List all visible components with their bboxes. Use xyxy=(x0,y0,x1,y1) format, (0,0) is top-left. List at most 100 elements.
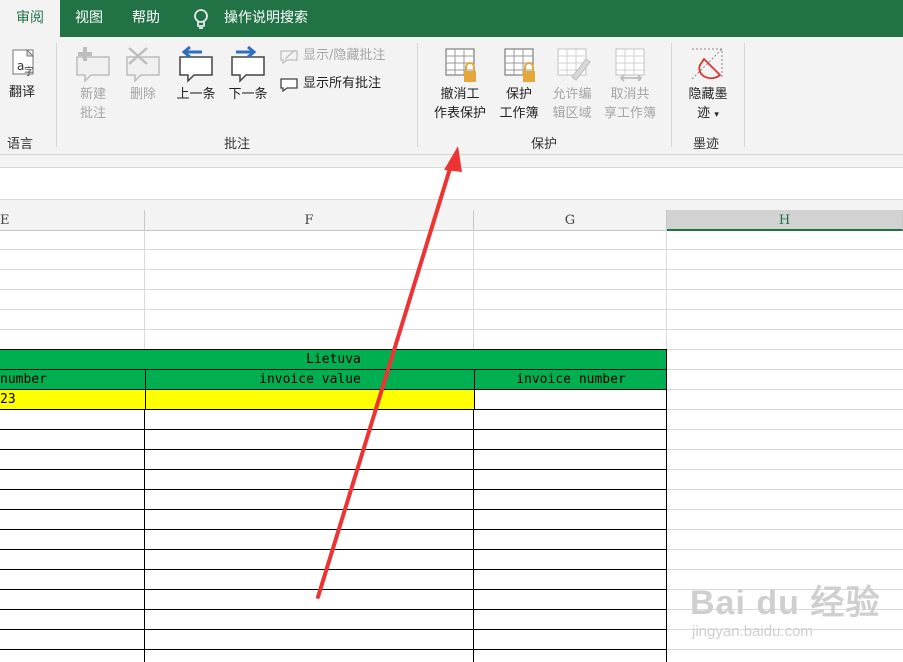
group-label-protect: 保护 xyxy=(530,137,557,152)
watermark: Bai du 经验 jingyan.baidu.com xyxy=(690,565,890,655)
unshare-workbook-label-2: 享工作簿 xyxy=(603,106,656,121)
table-cell[interactable]: 23 xyxy=(0,389,145,409)
table-border xyxy=(0,629,667,630)
new-comment-button[interactable]: 新建 批注 xyxy=(71,45,115,123)
ribbon-bottom-gap xyxy=(0,155,903,167)
protect-workbook-icon xyxy=(504,48,535,82)
header-text: invoice number xyxy=(516,372,626,387)
table-border xyxy=(144,409,145,662)
gridline xyxy=(667,469,903,470)
header-cell-invoice-value[interactable]: invoice value xyxy=(145,369,474,389)
watermark-sub: jingyan.baidu.com xyxy=(692,623,813,640)
table-border xyxy=(0,549,667,550)
protect-workbook-label-1: 保护 xyxy=(505,87,532,102)
show-all-comments-button[interactable]: 显示所有批注 xyxy=(279,73,419,95)
gridline xyxy=(0,249,667,250)
group-label-language: 语言 xyxy=(6,137,33,152)
column-headers: E F G H xyxy=(0,210,903,231)
show-all-comments-icon xyxy=(280,78,298,92)
column-header-h[interactable]: H xyxy=(667,210,903,231)
protect-workbook-button[interactable]: 保护 工作簿 xyxy=(494,47,544,123)
gridline xyxy=(0,269,667,270)
table-border xyxy=(0,409,667,410)
table-border xyxy=(0,509,667,510)
allow-edit-ranges-button[interactable]: 允许编 辑区域 xyxy=(546,47,598,123)
header-text: invoice value xyxy=(259,372,361,387)
delete-comment-icon xyxy=(126,47,160,83)
gridline xyxy=(144,230,145,350)
table-cell[interactable] xyxy=(145,389,474,409)
show-hide-comment-button[interactable]: 显示/隐藏批注 xyxy=(279,45,419,67)
next-comment-label: 下一条 xyxy=(228,87,268,102)
header-cell-number[interactable]: number xyxy=(0,369,145,389)
translate-button[interactable]: a 字 翻译 xyxy=(2,47,42,102)
show-hide-comment-label: 显示/隐藏批注 xyxy=(303,48,386,63)
unshare-workbook-icon xyxy=(615,48,645,82)
column-header-f[interactable]: F xyxy=(145,210,474,230)
unprotect-sheet-label-2: 作表保护 xyxy=(433,106,486,121)
new-comment-label-2: 批注 xyxy=(79,106,106,121)
header-cell-invoice-number[interactable]: invoice number xyxy=(474,369,667,389)
unshare-workbook-button[interactable]: 取消共 享工作簿 xyxy=(598,47,662,123)
column-header-g[interactable]: G xyxy=(474,210,667,230)
gridline xyxy=(667,309,903,310)
table-border xyxy=(0,609,667,610)
header-text: number xyxy=(0,372,47,387)
table-border xyxy=(0,529,667,530)
table-border xyxy=(0,649,667,650)
gridline xyxy=(667,549,903,550)
previous-comment-button[interactable]: 上一条 xyxy=(171,45,221,104)
delete-comment-label: 删除 xyxy=(129,87,156,102)
group-language: a 字 翻译 语言 xyxy=(0,37,56,154)
svg-text:字: 字 xyxy=(24,65,34,78)
gridline xyxy=(473,230,474,350)
chevron-down-icon: ▾ xyxy=(714,110,719,120)
hide-ink-icon xyxy=(691,48,723,80)
hide-ink-label-2: 迹 ▾ xyxy=(697,106,719,121)
column-header-e[interactable]: E xyxy=(0,210,145,230)
hide-ink-label-1: 隐藏墨 xyxy=(688,87,728,102)
table-border xyxy=(0,569,667,570)
next-comment-icon xyxy=(231,45,265,83)
tab-view[interactable]: 视图 xyxy=(60,0,118,37)
merged-header-cell[interactable]: Lietuva xyxy=(0,349,667,369)
next-comment-button[interactable]: 下一条 xyxy=(223,45,273,104)
group-label-ink: 墨迹 xyxy=(692,137,719,152)
group-separator xyxy=(744,43,745,147)
tab-help[interactable]: 帮助 xyxy=(118,0,174,37)
gridline xyxy=(667,489,903,490)
delete-comment-button[interactable]: 删除 xyxy=(121,45,165,104)
protect-workbook-label-2: 工作簿 xyxy=(499,106,539,121)
gridline xyxy=(0,289,667,290)
unprotect-sheet-button[interactable]: 撤消工 作表保护 xyxy=(428,47,492,123)
gridline xyxy=(667,429,903,430)
group-ink: 隐藏墨 迹 ▾ 墨迹 xyxy=(672,37,744,154)
table-border xyxy=(0,489,667,490)
gridline xyxy=(667,389,903,390)
gridline xyxy=(667,249,903,250)
gridline xyxy=(0,309,667,310)
hide-ink-button[interactable]: 隐藏墨 迹 ▾ xyxy=(680,45,736,125)
watermark-main: Bai du 经验 xyxy=(690,584,881,622)
gridline xyxy=(667,329,903,330)
tell-me-label: 操作说明搜索 xyxy=(224,10,308,26)
table-border xyxy=(0,589,667,590)
formula-bar[interactable] xyxy=(0,167,903,200)
gridline xyxy=(667,449,903,450)
sheet-top-gap xyxy=(0,200,903,210)
table-border xyxy=(0,469,667,470)
table-border xyxy=(473,409,474,662)
tell-me-search[interactable]: 操作说明搜索 xyxy=(188,0,348,37)
group-protect: 撤消工 作表保护 保护 工作簿 允许编 辑区域 取消共 享工作簿 保护 xyxy=(418,37,671,154)
gridline xyxy=(667,509,903,510)
gridline xyxy=(667,369,903,370)
previous-comment-icon xyxy=(179,45,213,83)
group-label-comments: 批注 xyxy=(223,137,250,152)
translate-label: 翻译 xyxy=(8,85,35,100)
previous-comment-label: 上一条 xyxy=(176,87,216,102)
lightbulb-icon xyxy=(194,9,208,29)
allow-edit-ranges-icon xyxy=(557,48,591,81)
table-border xyxy=(0,429,667,430)
tab-review[interactable]: 审阅 xyxy=(0,0,60,37)
table-cell[interactable] xyxy=(474,389,667,409)
